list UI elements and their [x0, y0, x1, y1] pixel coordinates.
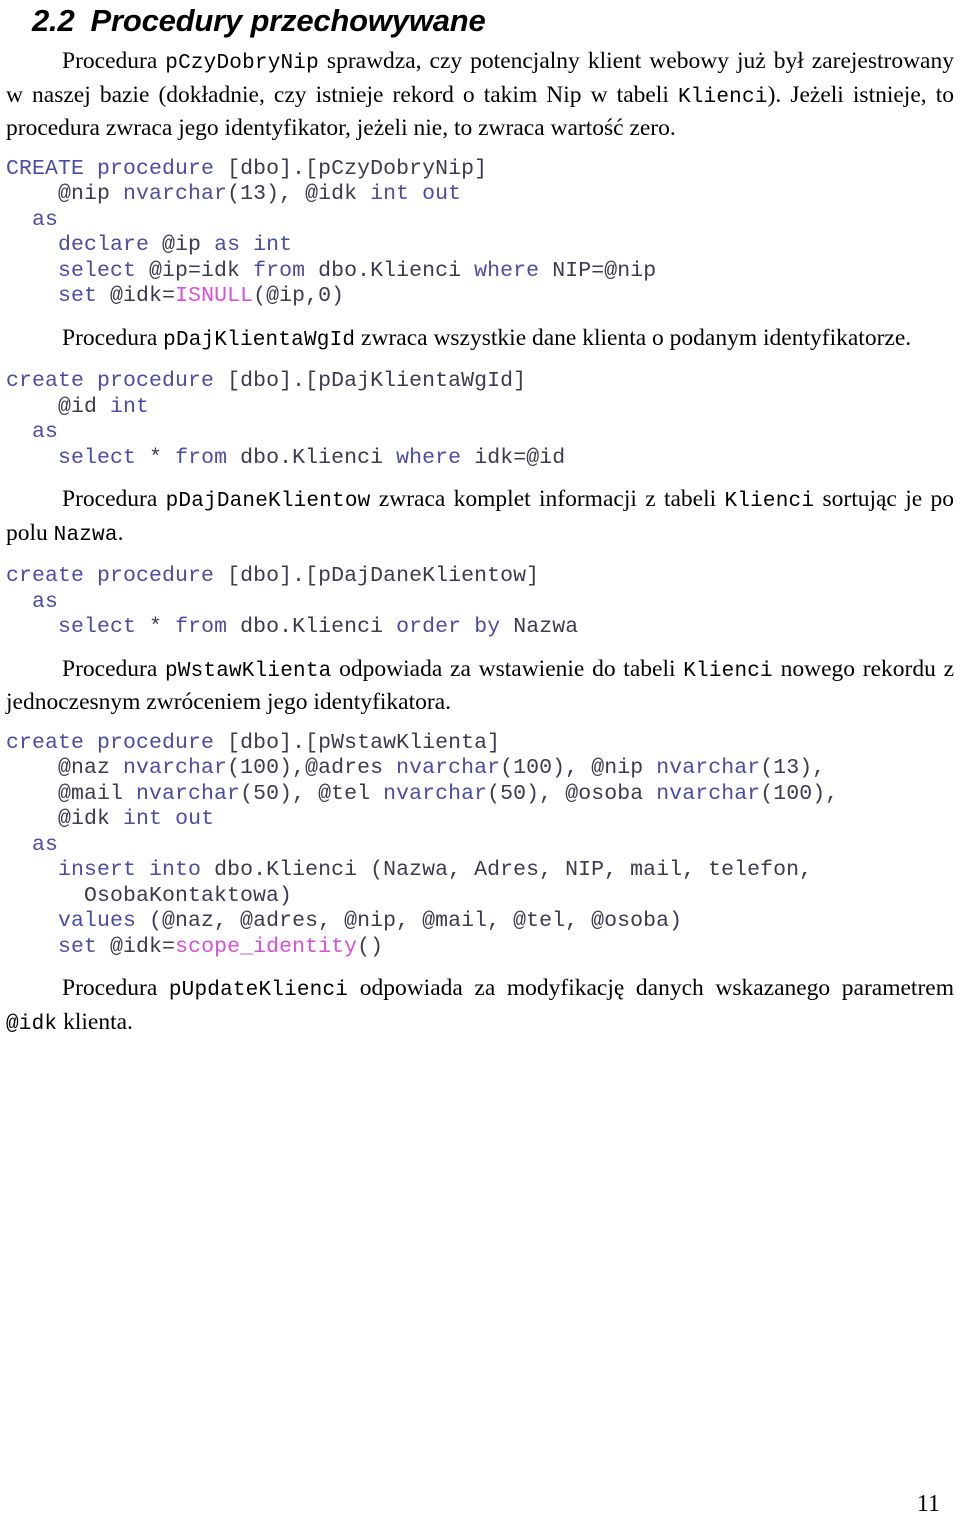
code-block-pczydobrynip: CREATE procedure [dbo].[pCzyDobryNip] @n… [6, 156, 657, 309]
section-heading: 2.2 Procedury przechowywane [32, 2, 954, 40]
inline-code-nazwa: Nazwa [53, 523, 118, 547]
para2-text-b: zwraca wszystkie dane klienta o podanym … [355, 324, 912, 351]
inline-code-klienci-1: Klienci [677, 85, 768, 109]
code-block-pdajdaneklientow: create procedure [dbo].[pDajDaneKlientow… [6, 564, 579, 639]
para3-text-b: zwraca komplet informacji z tabeli [370, 486, 725, 512]
inline-code-klienci-3: Klienci [683, 659, 773, 683]
section-number: 2.2 [32, 3, 75, 38]
para3-text-d: . [117, 519, 124, 546]
para5-text-a: Procedura [62, 975, 169, 1001]
page-number: 11 [916, 1491, 940, 1517]
para4-text-b: odpowiada za wstawienie do tabeli [331, 655, 684, 682]
para5-text-c: klienta. [57, 1008, 133, 1035]
inline-code-klienci-2: Klienci [724, 490, 815, 513]
inline-code-idk: @idk [6, 1012, 58, 1036]
inline-code-pczydobrynip: pCzyDobryNip [165, 52, 319, 75]
section-title: Procedury przechowywane [90, 3, 486, 38]
para5-text-b: odpowiada za modyfikację danych wskazane… [348, 975, 954, 1001]
code-block-pwstawklienta: create procedure [dbo].[pWstawKlienta] @… [6, 730, 839, 959]
document-page: 2.2 Procedury przechowywane Procedura pCz… [0, 2, 960, 1526]
paragraph-pwstawklienta: Procedura pWstawKlienta odpowiada za wst… [6, 654, 954, 718]
paragraph-pdajklientawgid: Procedura pDajKlientaWgId zwraca wszystk… [6, 323, 954, 357]
para2-text-a: Procedura [62, 324, 164, 351]
page-content: 2.2 Procedury przechowywane Procedura pCz… [0, 2, 960, 1040]
paragraph-pupdateklienci: Procedura pUpdateKlienci odpowiada za mo… [6, 973, 954, 1040]
inline-code-pdajklientawgid: pDajKlientaWgId [163, 328, 356, 352]
inline-code-pupdateklienci: pUpdateKlienci [168, 979, 349, 1002]
para4-text-a: Procedura [62, 655, 165, 682]
para1-text-a: Procedura [62, 48, 166, 74]
paragraph-pczydobrynip: Procedura pCzyDobryNip sprawdza, czy pot… [6, 46, 954, 144]
inline-code-pdajdaneklientow: pDajDaneKlientow [165, 490, 371, 513]
para3-text-a: Procedura [62, 486, 166, 512]
paragraph-pdajdaneklientow: Procedura pDajDaneKlientow zwraca komple… [6, 484, 954, 551]
code-block-pdajklientawgid: create procedure [dbo].[pDajKlientaWgId]… [6, 369, 566, 470]
inline-code-pwstawklienta: pWstawKlienta [165, 659, 332, 683]
